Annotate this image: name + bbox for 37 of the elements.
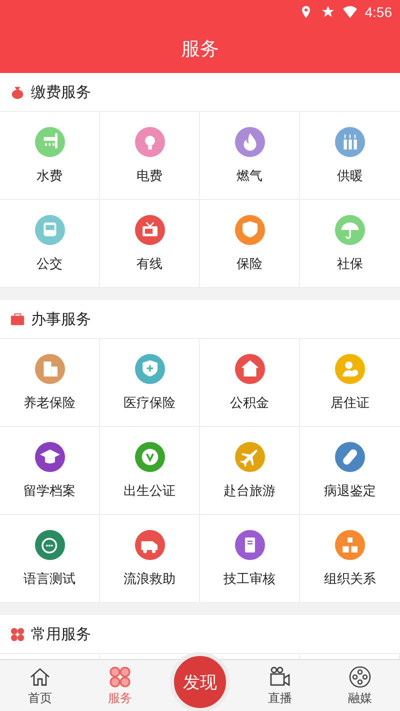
section-title: 缴费服务 [31, 82, 91, 102]
clock-time: 4:56 [364, 4, 392, 20]
clover-icon [108, 664, 132, 688]
film-reel-icon [348, 664, 372, 688]
service-item[interactable]: 公积金 [200, 339, 300, 427]
service-item[interactable]: 语言测试 [0, 515, 100, 603]
star-icon [320, 5, 335, 19]
service-item[interactable]: 有线 [100, 200, 200, 288]
service-item[interactable]: 留学档案 [0, 427, 100, 515]
service-item[interactable]: 流浪救助 [100, 515, 200, 603]
money-bag-icon [10, 84, 25, 100]
service-item[interactable]: 养老保险 [0, 339, 100, 427]
discover-button[interactable]: 发现 [170, 652, 230, 711]
service-item[interactable]: 医疗保险 [100, 339, 200, 427]
section-title: 办事服务 [31, 310, 91, 328]
wifi-icon [342, 5, 357, 19]
service-item[interactable]: 居住证 [300, 339, 400, 427]
service-item[interactable]: 组织关系 [300, 515, 400, 603]
service-item[interactable]: 供暖 [300, 112, 400, 200]
tab-item[interactable]: 首页 [0, 660, 80, 711]
service-item[interactable]: 保险 [200, 200, 300, 288]
service-item[interactable]: 出生公证 [100, 427, 200, 515]
tab-item[interactable]: 融媒 [320, 660, 400, 711]
service-item[interactable]: 赴台旅游 [200, 427, 300, 515]
page-title: 服务 [181, 36, 219, 62]
service-item[interactable]: 电费 [100, 112, 200, 200]
briefcase-icon [10, 312, 25, 326]
service-item[interactable]: 水费 [0, 112, 100, 200]
service-item[interactable]: 社保 [300, 200, 400, 288]
tab-item[interactable]: 直播 [240, 660, 320, 711]
clover-icon [10, 626, 25, 642]
service-item[interactable]: 公交 [0, 200, 100, 288]
service-item[interactable]: 技工审核 [200, 515, 300, 603]
video-camera-icon [268, 664, 292, 688]
service-item[interactable]: 燃气 [200, 112, 300, 200]
service-item[interactable]: 病退鉴定 [300, 427, 400, 515]
section-title: 常用服务 [31, 624, 91, 644]
